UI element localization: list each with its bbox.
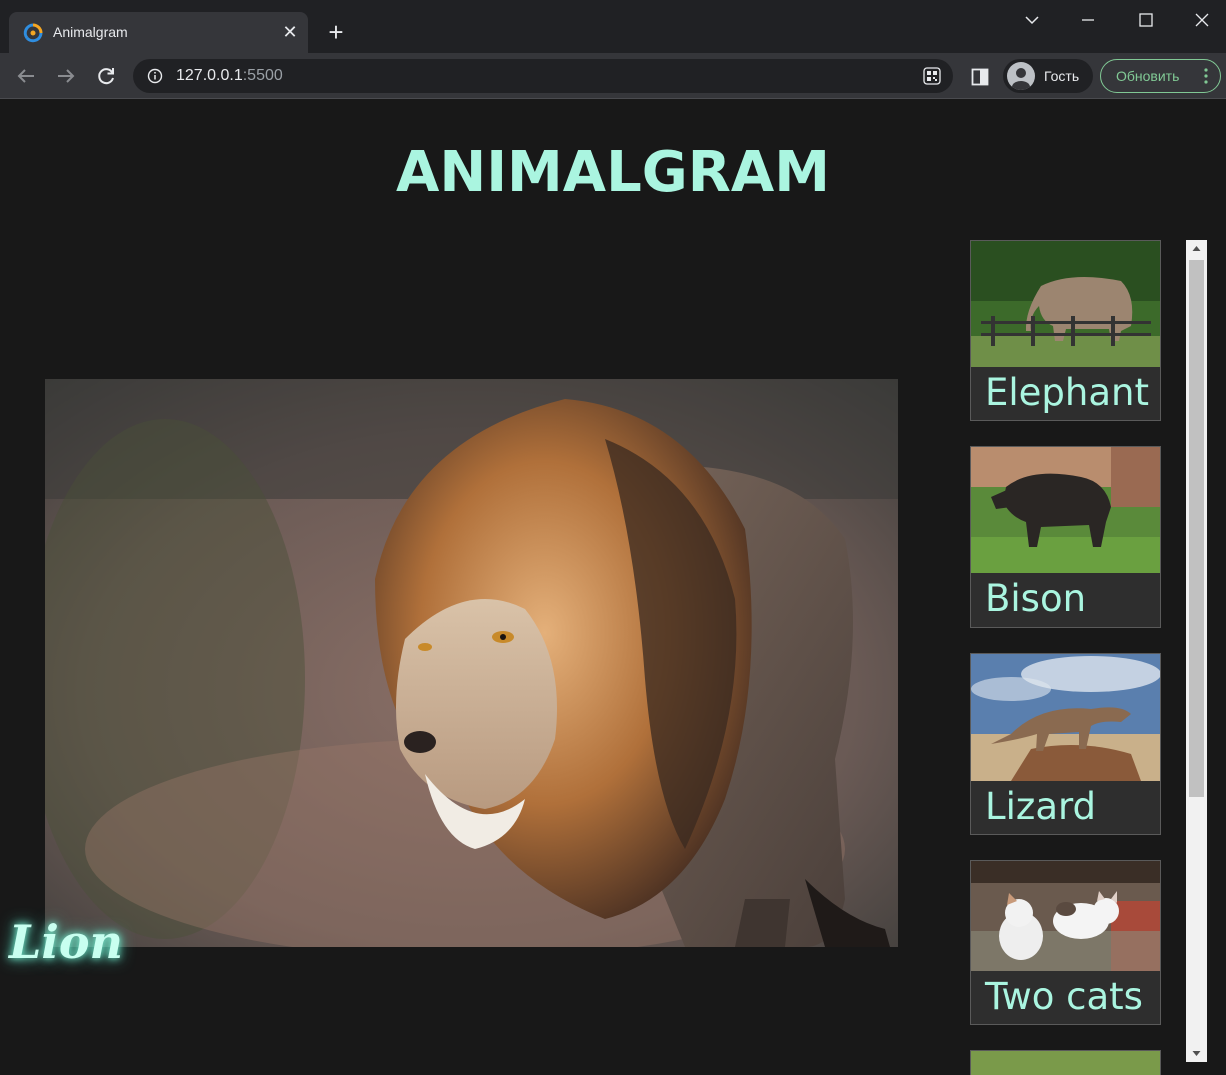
update-button[interactable]: Обновить (1100, 59, 1221, 93)
tab-title: Animalgram (53, 24, 128, 40)
close-icon[interactable]: ✕ (279, 21, 301, 43)
url-text[interactable]: 127.0.0.1:5500 (176, 67, 283, 85)
info-icon[interactable] (147, 68, 163, 84)
avatar-icon (1007, 62, 1035, 90)
browser-toolbar: 127.0.0.1:5500 Гость Обновить (0, 53, 1226, 99)
qr-code-icon[interactable] (923, 67, 941, 85)
gallery-scrollbar[interactable] (1186, 240, 1207, 1062)
reload-icon[interactable] (94, 64, 118, 88)
scroll-down-icon[interactable] (1186, 1045, 1207, 1062)
main-image-caption: Lion (9, 915, 123, 969)
thumbnail-label: Elephant (985, 371, 1149, 414)
thumbnail-image-bison (971, 447, 1160, 573)
favicon-icon (23, 23, 43, 43)
minimize-icon[interactable] (1076, 8, 1100, 32)
plus-icon[interactable]: + (322, 18, 350, 46)
page-viewport: ANIMALGRAM Lion Elephant Bison Lizard Tw… (0, 100, 1226, 1075)
thumbnail-card-two-cats[interactable]: Two cats (970, 860, 1161, 1025)
thumbnail-card-next[interactable] (970, 1050, 1161, 1075)
more-icon[interactable] (1204, 67, 1208, 85)
browser-tab[interactable]: Animalgram ✕ (9, 12, 308, 53)
thumbnail-image-elephant (971, 241, 1160, 367)
scroll-up-icon[interactable] (1186, 240, 1207, 257)
scroll-thumb[interactable] (1189, 260, 1204, 797)
profile-button[interactable]: Гость (1003, 59, 1093, 93)
thumbnail-label: Bison (985, 577, 1087, 620)
thumbnail-label: Two cats (985, 975, 1143, 1018)
address-bar[interactable]: 127.0.0.1:5500 (133, 59, 953, 93)
thumbnail-label: Lizard (985, 785, 1097, 828)
thumbnail-image-lizard (971, 654, 1160, 781)
update-label: Обновить (1116, 68, 1180, 84)
tab-strip: Animalgram ✕ + (0, 0, 1226, 53)
thumbnail-card-elephant[interactable]: Elephant (970, 240, 1161, 421)
thumbnail-list[interactable]: Elephant Bison Lizard Two cats (970, 240, 1161, 1075)
close-window-icon[interactable] (1190, 8, 1214, 32)
forward-icon[interactable] (54, 64, 78, 88)
thumbnail-card-lizard[interactable]: Lizard (970, 653, 1161, 835)
side-panel-icon[interactable] (971, 68, 989, 86)
thumbnail-image-next (971, 1051, 1160, 1075)
chevron-down-icon[interactable] (1020, 8, 1044, 32)
thumbnail-image-two-cats (971, 861, 1160, 971)
main-image (45, 379, 898, 947)
page-title: ANIMALGRAM (396, 140, 830, 205)
profile-label: Гость (1044, 68, 1080, 84)
back-icon[interactable] (14, 64, 38, 88)
maximize-icon[interactable] (1134, 8, 1158, 32)
thumbnail-card-bison[interactable]: Bison (970, 446, 1161, 628)
